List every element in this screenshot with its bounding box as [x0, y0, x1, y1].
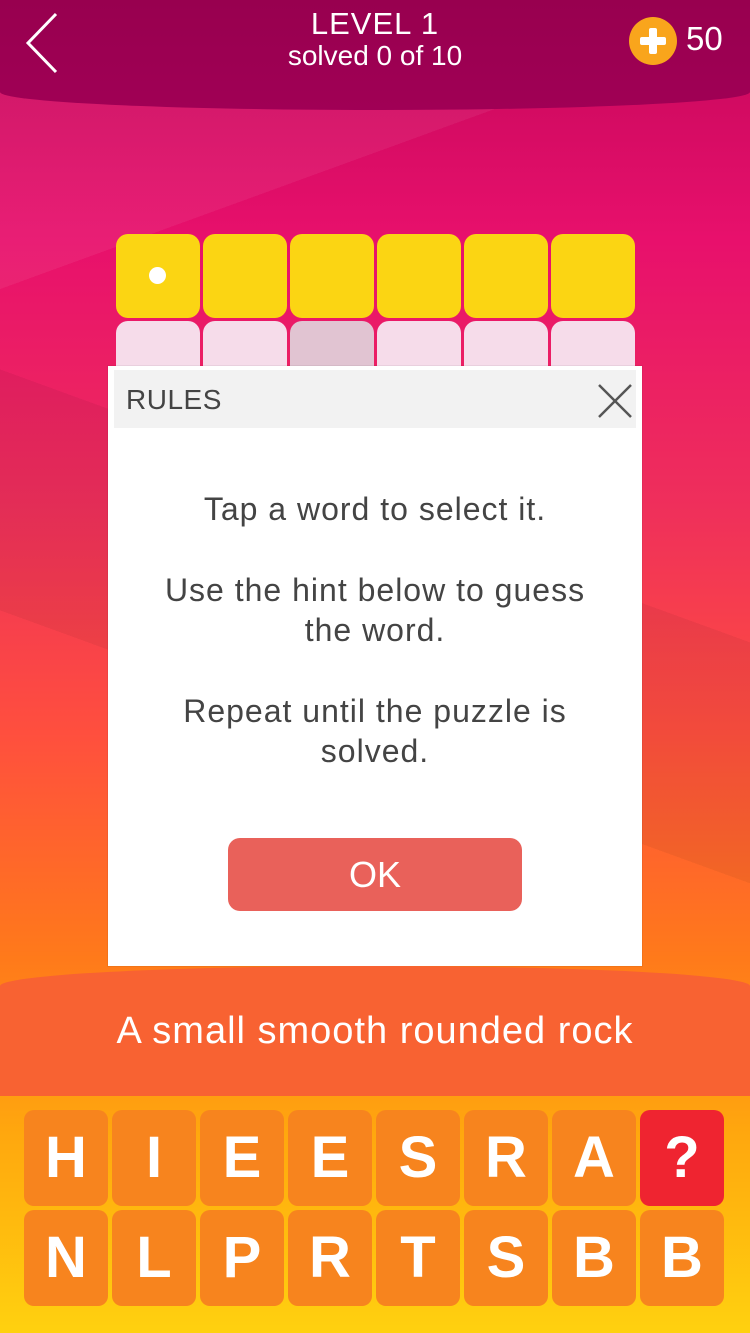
letter-tile[interactable]: A [552, 1110, 636, 1206]
ok-button[interactable]: OK [228, 838, 522, 911]
grid-cell[interactable] [116, 234, 200, 318]
letter-tile[interactable]: S [376, 1110, 460, 1206]
close-icon [598, 384, 632, 418]
letter-tile[interactable]: B [552, 1210, 636, 1306]
letter-tile[interactable]: H [24, 1110, 108, 1206]
hint-bar: A small smooth rounded rock [0, 966, 750, 1096]
rule-line-2a: Use the hint below to guess [164, 572, 586, 608]
coin-count: 50 [686, 20, 723, 57]
rule-line-1: Tap a word to select it. [203, 491, 547, 527]
grid-cell[interactable] [203, 234, 287, 318]
rule-line-3b: solved. [320, 733, 430, 769]
letter-tile[interactable]: E [200, 1110, 284, 1206]
letter-tile[interactable]: P [200, 1210, 284, 1306]
cursor-dot [149, 267, 166, 284]
rule-line-3a: Repeat until the puzzle is [183, 693, 567, 729]
letter-tile[interactable]: T [376, 1210, 460, 1306]
top-bar: LEVEL 1 solved 0 of 10 50 [0, 0, 750, 110]
plus-coin-icon[interactable] [629, 17, 677, 65]
hint-text: A small smooth rounded rock [116, 1010, 634, 1052]
grid-cell[interactable] [377, 234, 461, 318]
hint-help-button[interactable]: ? [640, 1110, 724, 1206]
close-button[interactable] [596, 382, 634, 420]
letter-tile[interactable]: N [24, 1210, 108, 1306]
dialog-header: RULES [114, 370, 636, 428]
letter-tile[interactable]: S [464, 1210, 548, 1306]
letter-tile[interactable]: R [464, 1110, 548, 1206]
rule-line-2b: the word. [304, 612, 446, 648]
letter-tile[interactable]: L [112, 1210, 196, 1306]
rules-dialog: RULES Tap a word to select it. Use the h… [108, 366, 642, 966]
letter-tile[interactable]: I [112, 1110, 196, 1206]
grid-cell[interactable] [464, 234, 548, 318]
letter-tile[interactable]: R [288, 1210, 372, 1306]
grid-cell[interactable] [551, 234, 635, 318]
dialog-title: RULES [126, 384, 222, 415]
grid-cell[interactable] [290, 234, 374, 318]
letter-tile[interactable]: E [288, 1110, 372, 1206]
letter-tile[interactable]: B [640, 1210, 724, 1306]
